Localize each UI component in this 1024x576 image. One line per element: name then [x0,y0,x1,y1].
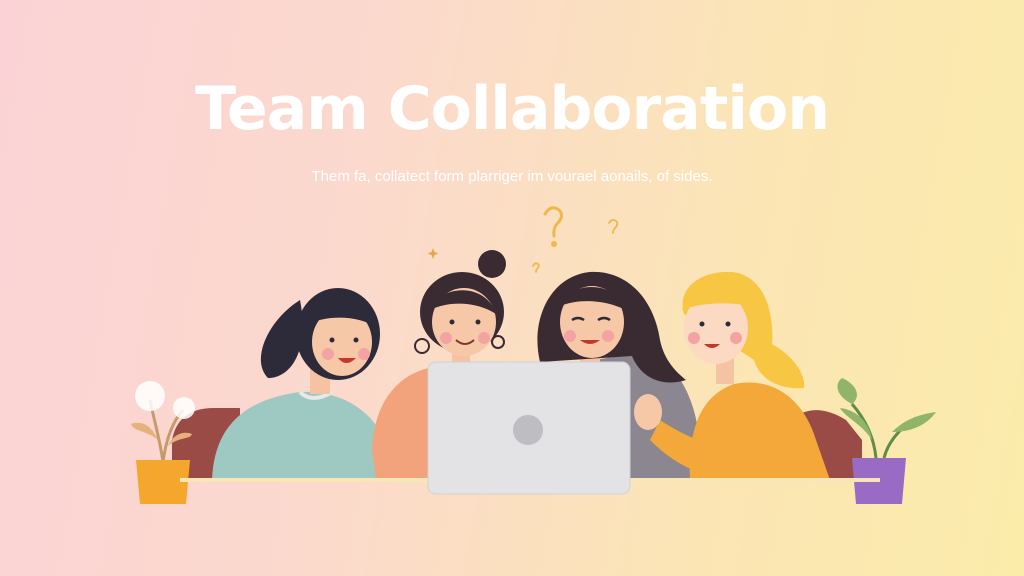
laptop-icon [427,361,631,495]
question-mark-icon [543,206,564,247]
hero-banner: Team Collaboration Them fa, collatect fo… [0,0,1024,576]
small-question-mark-icon [532,218,619,273]
sparkle-icon [427,248,439,259]
team-illustration [131,206,936,504]
